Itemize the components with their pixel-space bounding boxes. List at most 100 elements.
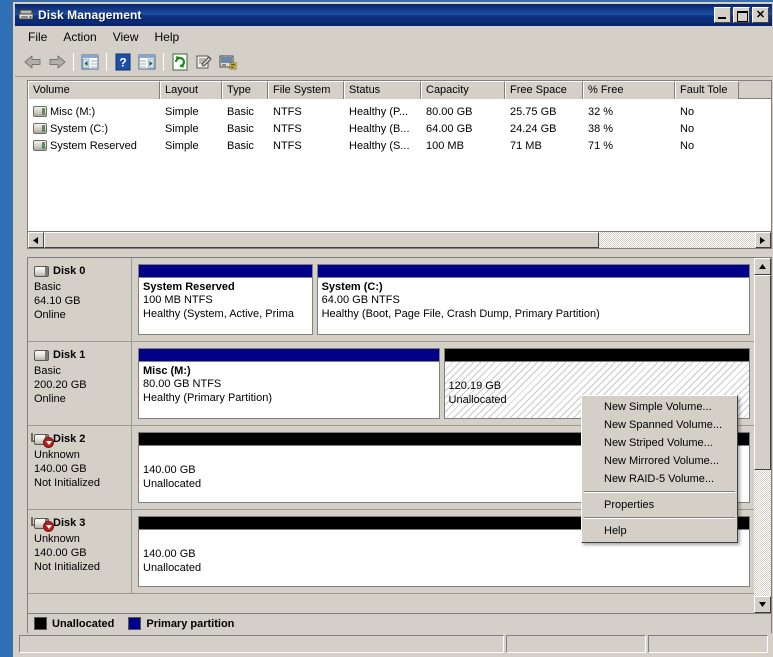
disk-size: 140.00 GB: [34, 547, 87, 559]
column-header-free-space[interactable]: Free Space: [505, 81, 583, 99]
disk-info-panel[interactable]: Disk 0 Basic 64.10 GB Online: [28, 258, 132, 341]
table-row[interactable]: System (C:) Simple Basic NTFS Healthy (B…: [28, 120, 771, 137]
refresh-icon[interactable]: [168, 50, 192, 74]
partition-body: System (C:) 64.00 GB NTFS Healthy (Boot,…: [317, 277, 749, 334]
menu-help[interactable]: Help: [147, 28, 188, 46]
cell-layout: Simple: [165, 122, 199, 135]
disk-info-panel[interactable]: Disk 2 Unknown 140.00 GB Not Initialized: [28, 426, 132, 509]
status-pane-2: [506, 635, 646, 653]
disk-management-window: Disk Management ✕ File Action View Help: [10, 0, 773, 657]
cell-type: Basic: [227, 139, 254, 152]
disk-icon-wrap: [34, 348, 53, 362]
partition-body: System Reserved 100 MB NTFS Healthy (Sys…: [139, 277, 312, 334]
menu-item-new-simple-volume[interactable]: New Simple Volume...: [582, 398, 737, 416]
graph-vertical-scrollbar[interactable]: [754, 258, 771, 613]
partition-name: System (C:): [321, 281, 383, 293]
cell-volume-label: System Reserved: [50, 139, 137, 152]
column-header-layout[interactable]: Layout: [160, 81, 222, 99]
show-tree-icon[interactable]: [78, 50, 102, 74]
status-pane-1: [19, 635, 504, 653]
properties-icon[interactable]: [192, 50, 216, 74]
volume-drive-icon: [33, 123, 47, 134]
menu-view[interactable]: View: [105, 28, 147, 46]
volume-list-pane: Volume Layout Type File System Status Ca…: [27, 80, 772, 232]
disk-size: 200.20 GB: [34, 379, 87, 391]
column-header-status[interactable]: Status: [344, 81, 421, 99]
disk-name: Disk 1: [53, 349, 86, 361]
partition-block[interactable]: Misc (M:) 80.00 GB NTFS Healthy (Primary…: [138, 348, 440, 419]
table-row[interactable]: System Reserved Simple Basic NTFS Health…: [28, 137, 771, 154]
maximize-button[interactable]: [733, 7, 750, 23]
disk-row[interactable]: Disk 0 Basic 64.10 GB Online System Rese…: [28, 258, 756, 342]
cell-percent-free: 71 %: [588, 139, 614, 152]
disk-info-panel[interactable]: Disk 1 Basic 200.20 GB Online: [28, 342, 132, 425]
disk-size: 140.00 GB: [34, 463, 87, 475]
show-action-pane-icon[interactable]: [135, 50, 159, 74]
cell-percent-free: 32 %: [588, 105, 614, 118]
cell-volume: System Reserved: [28, 140, 160, 152]
disk-type: Basic: [34, 281, 61, 293]
menu-item-new-spanned-volume[interactable]: New Spanned Volume...: [582, 416, 737, 434]
partition-block[interactable]: System (C:) 64.00 GB NTFS Healthy (Boot,…: [316, 264, 750, 335]
not-initialized-badge-icon: [43, 521, 54, 532]
close-button[interactable]: ✕: [752, 7, 769, 23]
menu-item-new-mirrored-volume[interactable]: New Mirrored Volume...: [582, 452, 737, 470]
cell-layout: Simple: [165, 105, 199, 118]
menu-item-properties[interactable]: Properties: [582, 496, 737, 514]
disk-status: Online: [34, 393, 66, 405]
vscroll-thumb[interactable]: [754, 275, 771, 470]
column-header-capacity[interactable]: Capacity: [421, 81, 505, 99]
cell-volume-label: Misc (M:): [50, 105, 96, 118]
column-header-percent-free[interactable]: % Free: [583, 81, 675, 99]
scroll-down-icon[interactable]: [754, 596, 771, 613]
scroll-up-icon[interactable]: [754, 258, 771, 275]
cell-capacity: 64.00 GB: [426, 122, 473, 135]
back-icon[interactable]: [21, 50, 45, 74]
column-header-volume[interactable]: Volume: [28, 81, 160, 99]
menu-item-new-raid5-volume[interactable]: New RAID-5 Volume...: [582, 470, 737, 488]
partition-body: Misc (M:) 80.00 GB NTFS Healthy (Primary…: [139, 361, 439, 418]
partition-color-cap: [139, 349, 439, 361]
partition-size: 100 MB NTFS: [143, 294, 213, 306]
minimize-button[interactable]: [714, 7, 731, 23]
partition-color-cap: [317, 265, 749, 277]
disk-icon-wrap: [31, 432, 54, 448]
menu-item-help[interactable]: Help: [582, 522, 737, 540]
rescan-disks-icon[interactable]: [216, 50, 240, 74]
column-header-type[interactable]: Type: [222, 81, 268, 99]
volume-list-horizontal-scrollbar[interactable]: [27, 232, 772, 249]
scroll-right-icon[interactable]: [755, 232, 771, 248]
forward-icon[interactable]: [45, 50, 69, 74]
partition-size: 80.00 GB NTFS: [143, 378, 222, 390]
partition-name: System Reserved: [143, 281, 235, 293]
table-row[interactable]: Misc (M:) Simple Basic NTFS Healthy (P..…: [28, 103, 771, 120]
svg-text:?: ?: [119, 55, 126, 69]
cell-status: Healthy (B...: [349, 122, 410, 135]
cell-free-space: 71 MB: [510, 139, 542, 152]
legend-item-unallocated: Unallocated: [34, 617, 114, 630]
cell-volume-label: System (C:): [50, 122, 109, 135]
status-bar: [15, 633, 772, 655]
scroll-left-icon[interactable]: [28, 232, 44, 248]
disk-size: 64.10 GB: [34, 295, 81, 307]
help-icon[interactable]: ?: [111, 50, 135, 74]
partition-status: Unallocated: [143, 562, 202, 574]
cell-status: Healthy (S...: [349, 139, 410, 152]
legend-bar: Unallocated Primary partition: [27, 614, 772, 634]
disk-status: Not Initialized: [34, 477, 101, 489]
partition-name: Misc (M:): [143, 365, 191, 377]
hscroll-thumb[interactable]: [44, 232, 599, 248]
toolbar: ?: [15, 47, 772, 77]
partition-block[interactable]: System Reserved 100 MB NTFS Healthy (Sys…: [138, 264, 313, 335]
disk-info-panel[interactable]: Disk 3 Unknown 140.00 GB Not Initialized: [28, 510, 132, 593]
menu-item-new-striped-volume[interactable]: New Striped Volume...: [582, 434, 737, 452]
disk-title: Disk 0: [34, 264, 131, 278]
menu-action[interactable]: Action: [55, 28, 104, 46]
cell-fault-tolerance: No: [680, 122, 695, 135]
hscroll-track[interactable]: [44, 232, 755, 248]
column-header-fault-tolerance[interactable]: Fault Tole: [675, 81, 739, 99]
disk-title: Disk 2: [31, 432, 131, 448]
column-header-file-system[interactable]: File System: [268, 81, 344, 99]
toolbar-separator-1: [73, 52, 74, 71]
menu-file[interactable]: File: [20, 28, 55, 46]
